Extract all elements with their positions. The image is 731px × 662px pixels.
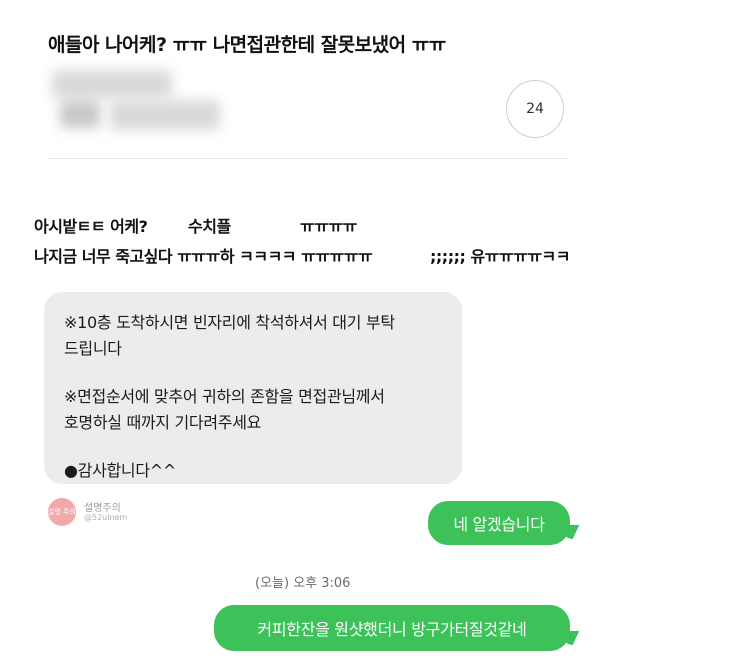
message-line: ※면접순서에 맞추어 귀하의 존함을 면접관님께서 xyxy=(64,387,385,406)
sent-message-text: 커피한잔을 원샷했더니 방구가터질것같네 xyxy=(257,620,527,639)
post-text: 아시밭ㅌㅌ 어케? xyxy=(34,217,148,236)
received-message-bubble: ※10층 도착하시면 빈자리에 착석하셔서 대기 부탁 드립니다 ※면접순서에 … xyxy=(44,292,462,484)
message-line: ※10층 도착하시면 빈자리에 착석하셔서 대기 부탁 xyxy=(64,313,395,332)
message-line: ●감사합니다^^ xyxy=(64,461,176,480)
watermark-logo-text: 설명 주의 xyxy=(48,508,76,516)
post-title: 애들아 나어케? ㅠㅠ 나면접관한테 잘못보냈어 ㅠㅠ xyxy=(48,34,446,56)
sent-message-text: 네 알겠습니다 xyxy=(453,515,545,534)
time-divider: (오늘) 오후 3:06 xyxy=(255,576,351,591)
post-text: ;;;;;; 유ㅠㅠㅠㅠㅋㅋ xyxy=(430,247,571,266)
comment-count: 24 xyxy=(526,101,544,117)
watermark-handle: @52ulnem xyxy=(84,513,128,522)
message-line: 호명하실 때까지 기다려주세요 xyxy=(64,413,262,432)
comment-count-badge[interactable]: 24 xyxy=(506,80,564,138)
watermark-logo: 설명 주의 xyxy=(48,498,76,526)
divider xyxy=(48,158,568,159)
post-text: ㅠㅠㅠㅠ xyxy=(300,217,357,236)
message-line: 드립니다 xyxy=(64,339,122,358)
sent-message-bubble: 네 알겠습니다 xyxy=(428,501,570,545)
post-text: 나지금 너무 죽고싶다 ㅠㅠㅠ하 ㅋㅋㅋㅋ ㅠㅠㅠㅠㅠ xyxy=(34,247,373,266)
watermark-name: 설명주의 xyxy=(84,503,121,514)
post-text: 수치플 xyxy=(188,217,231,236)
sent-message-bubble: 커피한잔을 원샷했더니 방구가터질것같네 xyxy=(214,605,570,651)
